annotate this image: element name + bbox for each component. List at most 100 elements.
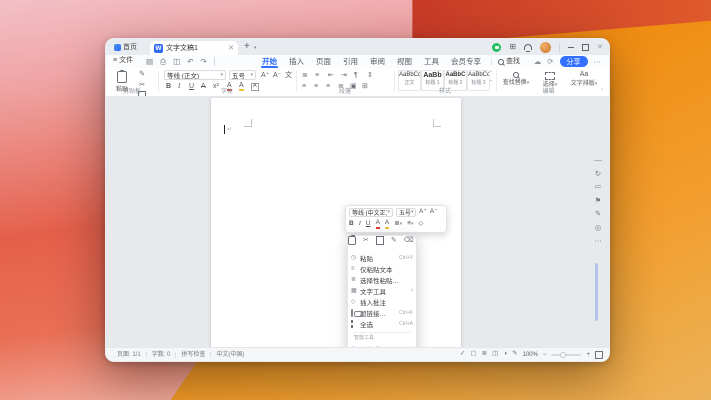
menu-item-hyperlink[interactable]: 超链接… Ctrl+K	[351, 307, 413, 318]
zoom-slider[interactable]	[551, 354, 581, 356]
mini-font-family-select[interactable]: 等线 (中文正文)▾	[349, 208, 393, 217]
maximize-button[interactable]	[582, 44, 589, 51]
cut-icon[interactable]: ✂	[139, 81, 145, 89]
mini-increase-font-icon[interactable]: A⁺	[419, 209, 427, 216]
save-icon[interactable]: ▤	[146, 58, 153, 66]
bullets-icon[interactable]: ≣	[302, 72, 308, 79]
redo-icon[interactable]: ↷	[200, 58, 206, 66]
page-view-icon[interactable]: ▢	[470, 351, 476, 358]
ribbon-search[interactable]: 查找	[491, 58, 520, 65]
eye-protection-icon[interactable]: ◑	[503, 351, 507, 358]
mini-format-painter-icon[interactable]: ◇	[419, 221, 424, 228]
style-heading3[interactable]: AaBbCc标题 3	[467, 70, 490, 91]
style-heading2[interactable]: AaBbC标题 2	[444, 70, 467, 91]
format-painter-icon[interactable]: ✎	[391, 237, 397, 244]
menu-item-paste[interactable]: ◷ 粘贴 Ctrl+V	[351, 252, 413, 263]
numbering-icon[interactable]: ≡	[315, 72, 319, 79]
increase-indent-icon[interactable]: ⇥	[341, 72, 347, 79]
paragraph-mark-icon[interactable]: ¶	[354, 72, 358, 79]
annotate-pen-icon[interactable]: ✎	[595, 210, 601, 218]
undo-icon[interactable]: ↶	[187, 58, 193, 66]
fullscreen-icon[interactable]	[595, 351, 603, 359]
decrease-font-icon[interactable]: A⁻	[273, 72, 281, 79]
menu-item-paste-text[interactable]: ≡ 仅粘贴文本	[351, 263, 413, 274]
seal-icon[interactable]: ◎	[595, 224, 602, 232]
file-menu-button[interactable]: ≡ 文件	[113, 57, 133, 64]
home-tab[interactable]: 首页	[111, 41, 140, 53]
page-count[interactable]: 页面: 1/1	[112, 352, 147, 358]
history-icon[interactable]: ↻	[595, 170, 601, 178]
tab-tools[interactable]: 工具	[418, 55, 445, 68]
tab-review[interactable]: 审阅	[364, 55, 391, 68]
select-button[interactable]: 选择▾	[534, 71, 566, 88]
more-tools-icon[interactable]: ⋯	[594, 237, 602, 245]
font-family-select[interactable]: 等线 (正文)▾	[164, 70, 226, 80]
zoom-slider-thumb[interactable]	[560, 352, 566, 358]
mini-decrease-font-icon[interactable]: A⁻	[430, 209, 438, 216]
bookmark-flag-icon[interactable]: ⚑	[595, 197, 602, 205]
format-painter-icon[interactable]: ✎	[139, 70, 145, 78]
mini-italic-button[interactable]: I	[359, 221, 361, 228]
tab-insert[interactable]: 插入	[283, 55, 310, 68]
history-sync-icon[interactable]: ⟳	[547, 58, 553, 66]
tab-view[interactable]: 视图	[391, 55, 418, 68]
print-icon[interactable]: ⎙	[160, 58, 166, 66]
mini-align-icon[interactable]: ≡▾	[407, 221, 413, 228]
collapse-panel-icon[interactable]: —	[594, 156, 602, 164]
style-heading1[interactable]: AaBb标题 1	[421, 70, 444, 91]
zoom-out-button[interactable]: −	[543, 352, 547, 358]
close-tab-icon[interactable]: ✕	[228, 45, 234, 52]
close-window-button[interactable]: ✕	[597, 44, 603, 51]
tab-home[interactable]: 开始	[256, 55, 283, 68]
zoom-in-button[interactable]: +	[586, 352, 590, 358]
user-avatar[interactable]	[540, 42, 551, 53]
zoom-level[interactable]: 100%	[523, 352, 538, 358]
delete-icon[interactable]: ⌫	[404, 237, 414, 244]
spell-check-status[interactable]: 拼写检查	[176, 352, 211, 358]
menu-item-insert-comment[interactable]: ◇ 插入批注	[351, 296, 413, 307]
menu-item-select-all[interactable]: 全选 Ctrl+A	[351, 318, 413, 329]
cut-icon[interactable]: ✂	[363, 237, 369, 244]
style-normal[interactable]: AaBbCcDd正文	[398, 70, 421, 91]
outline-icon[interactable]: ≔	[594, 183, 602, 191]
print-preview-icon[interactable]: ◫	[173, 58, 180, 66]
outline-view-icon[interactable]: ≣	[482, 351, 487, 358]
ribbon-collapse-icon[interactable]: ⌃	[600, 88, 604, 94]
paste-icon[interactable]	[348, 236, 356, 245]
more-options-icon[interactable]: ⋯	[594, 58, 602, 66]
share-button[interactable]: 分享	[560, 56, 588, 67]
tab-page[interactable]: 页面	[310, 55, 337, 68]
language-status[interactable]: 中文(中国)	[211, 352, 249, 358]
tab-list-chevron-icon[interactable]: ▾	[254, 45, 257, 51]
mini-highlight-button[interactable]: A	[385, 220, 389, 229]
menu-item-text-tools[interactable]: ▦ 文字工具 ›	[351, 285, 413, 296]
copy-icon[interactable]	[376, 236, 384, 245]
vertical-scrollbar[interactable]	[595, 263, 598, 321]
tab-member[interactable]: 会员专享	[445, 55, 487, 68]
mini-bullets-icon[interactable]: ≣▾	[394, 221, 402, 228]
document-tab[interactable]: W 文字文稿1 ✕	[150, 41, 238, 55]
styles-down-icon[interactable]: ⌄	[489, 78, 493, 83]
notifications-bell-icon[interactable]	[524, 44, 532, 50]
mini-bold-button[interactable]: B	[349, 221, 354, 228]
styles-up-icon[interactable]: ⌃	[489, 71, 493, 76]
decrease-indent-icon[interactable]: ⇤	[328, 72, 334, 79]
mini-font-size-select[interactable]: 五号▾	[396, 208, 416, 217]
new-tab-button[interactable]: +	[244, 42, 250, 52]
find-replace-button[interactable]: 查找替换▾	[500, 71, 532, 86]
increase-font-icon[interactable]: A⁺	[261, 72, 269, 79]
spell-check-icon[interactable]: ✓	[460, 351, 465, 358]
edit-mode-icon[interactable]: ✎	[512, 351, 517, 358]
web-view-icon[interactable]: ◫	[492, 351, 498, 358]
text-layout-button[interactable]: Aa 文字排版▾	[568, 71, 600, 87]
cloud-sync-icon[interactable]: ☁	[534, 58, 542, 66]
mini-underline-button[interactable]: U	[366, 221, 371, 228]
wps-ai-icon[interactable]	[492, 43, 501, 52]
font-size-select[interactable]: 五号▾	[229, 70, 256, 80]
mini-font-color-button[interactable]: A	[376, 220, 380, 229]
minimize-button[interactable]	[568, 47, 574, 48]
word-count[interactable]: 字数: 0	[147, 352, 177, 358]
apps-grid-icon[interactable]: ⊞	[509, 43, 516, 51]
menu-item-paste-special[interactable]: ≣ 选择性粘贴…	[351, 274, 413, 285]
pinyin-guide-icon[interactable]: 文	[285, 72, 292, 79]
